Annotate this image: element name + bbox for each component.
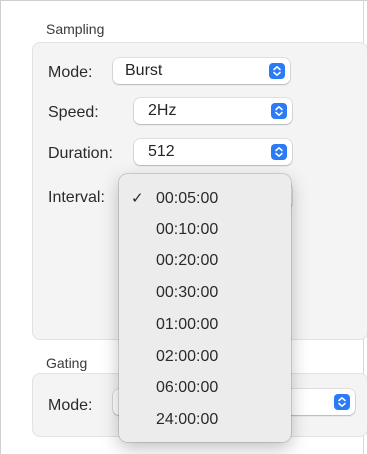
up-down-chevron-icon [269,63,285,79]
divider [0,0,1,454]
menu-item-label: 00:10:00 [156,221,219,238]
settings-panel: Sampling Mode: Burst Speed: 2Hz Duration… [0,0,367,454]
menu-item-label: 02:00:00 [156,348,219,365]
duration-popup[interactable]: 512 [134,139,292,165]
menu-item[interactable]: 06:00:00 [119,373,291,403]
interval-dropdown-menu: ✓ 00:05:00 00:10:00 00:20:00 00:30:00 01… [119,174,291,442]
menu-item-selected[interactable]: ✓ 00:05:00 [119,184,291,214]
menu-item-label: 00:20:00 [156,252,219,269]
menu-item[interactable]: 24:00:00 [119,405,291,435]
speed-value: 2Hz [148,102,177,119]
menu-item-label: 24:00:00 [156,411,219,428]
section-title-gating: Gating [46,355,88,371]
mode-popup[interactable]: Burst [113,58,290,84]
section-title-sampling: Sampling [46,21,105,37]
menu-item[interactable]: 00:10:00 [119,215,291,245]
menu-item[interactable]: 02:00:00 [119,342,291,372]
gating-mode-label: Mode: [48,397,93,414]
menu-item[interactable]: 00:30:00 [119,278,291,308]
up-down-chevron-icon [334,394,350,410]
menu-item-label: 06:00:00 [156,379,219,396]
menu-item-label: 00:30:00 [156,284,219,301]
checkmark-icon: ✓ [131,190,144,207]
up-down-chevron-icon [271,103,287,119]
menu-item-label: 01:00:00 [156,316,219,333]
speed-popup[interactable]: 2Hz [134,98,292,124]
mode-label: Mode: [48,64,93,81]
menu-item-label: 00:05:00 [156,190,219,207]
interval-label: Interval: [48,189,105,206]
menu-item[interactable]: 01:00:00 [119,310,291,340]
mode-value: Burst [125,62,163,79]
duration-value: 512 [148,143,175,160]
speed-label: Speed: [48,104,99,121]
duration-label: Duration: [48,145,113,162]
divider [0,0,367,1]
menu-item[interactable]: 00:20:00 [119,246,291,276]
up-down-chevron-icon [271,144,287,160]
